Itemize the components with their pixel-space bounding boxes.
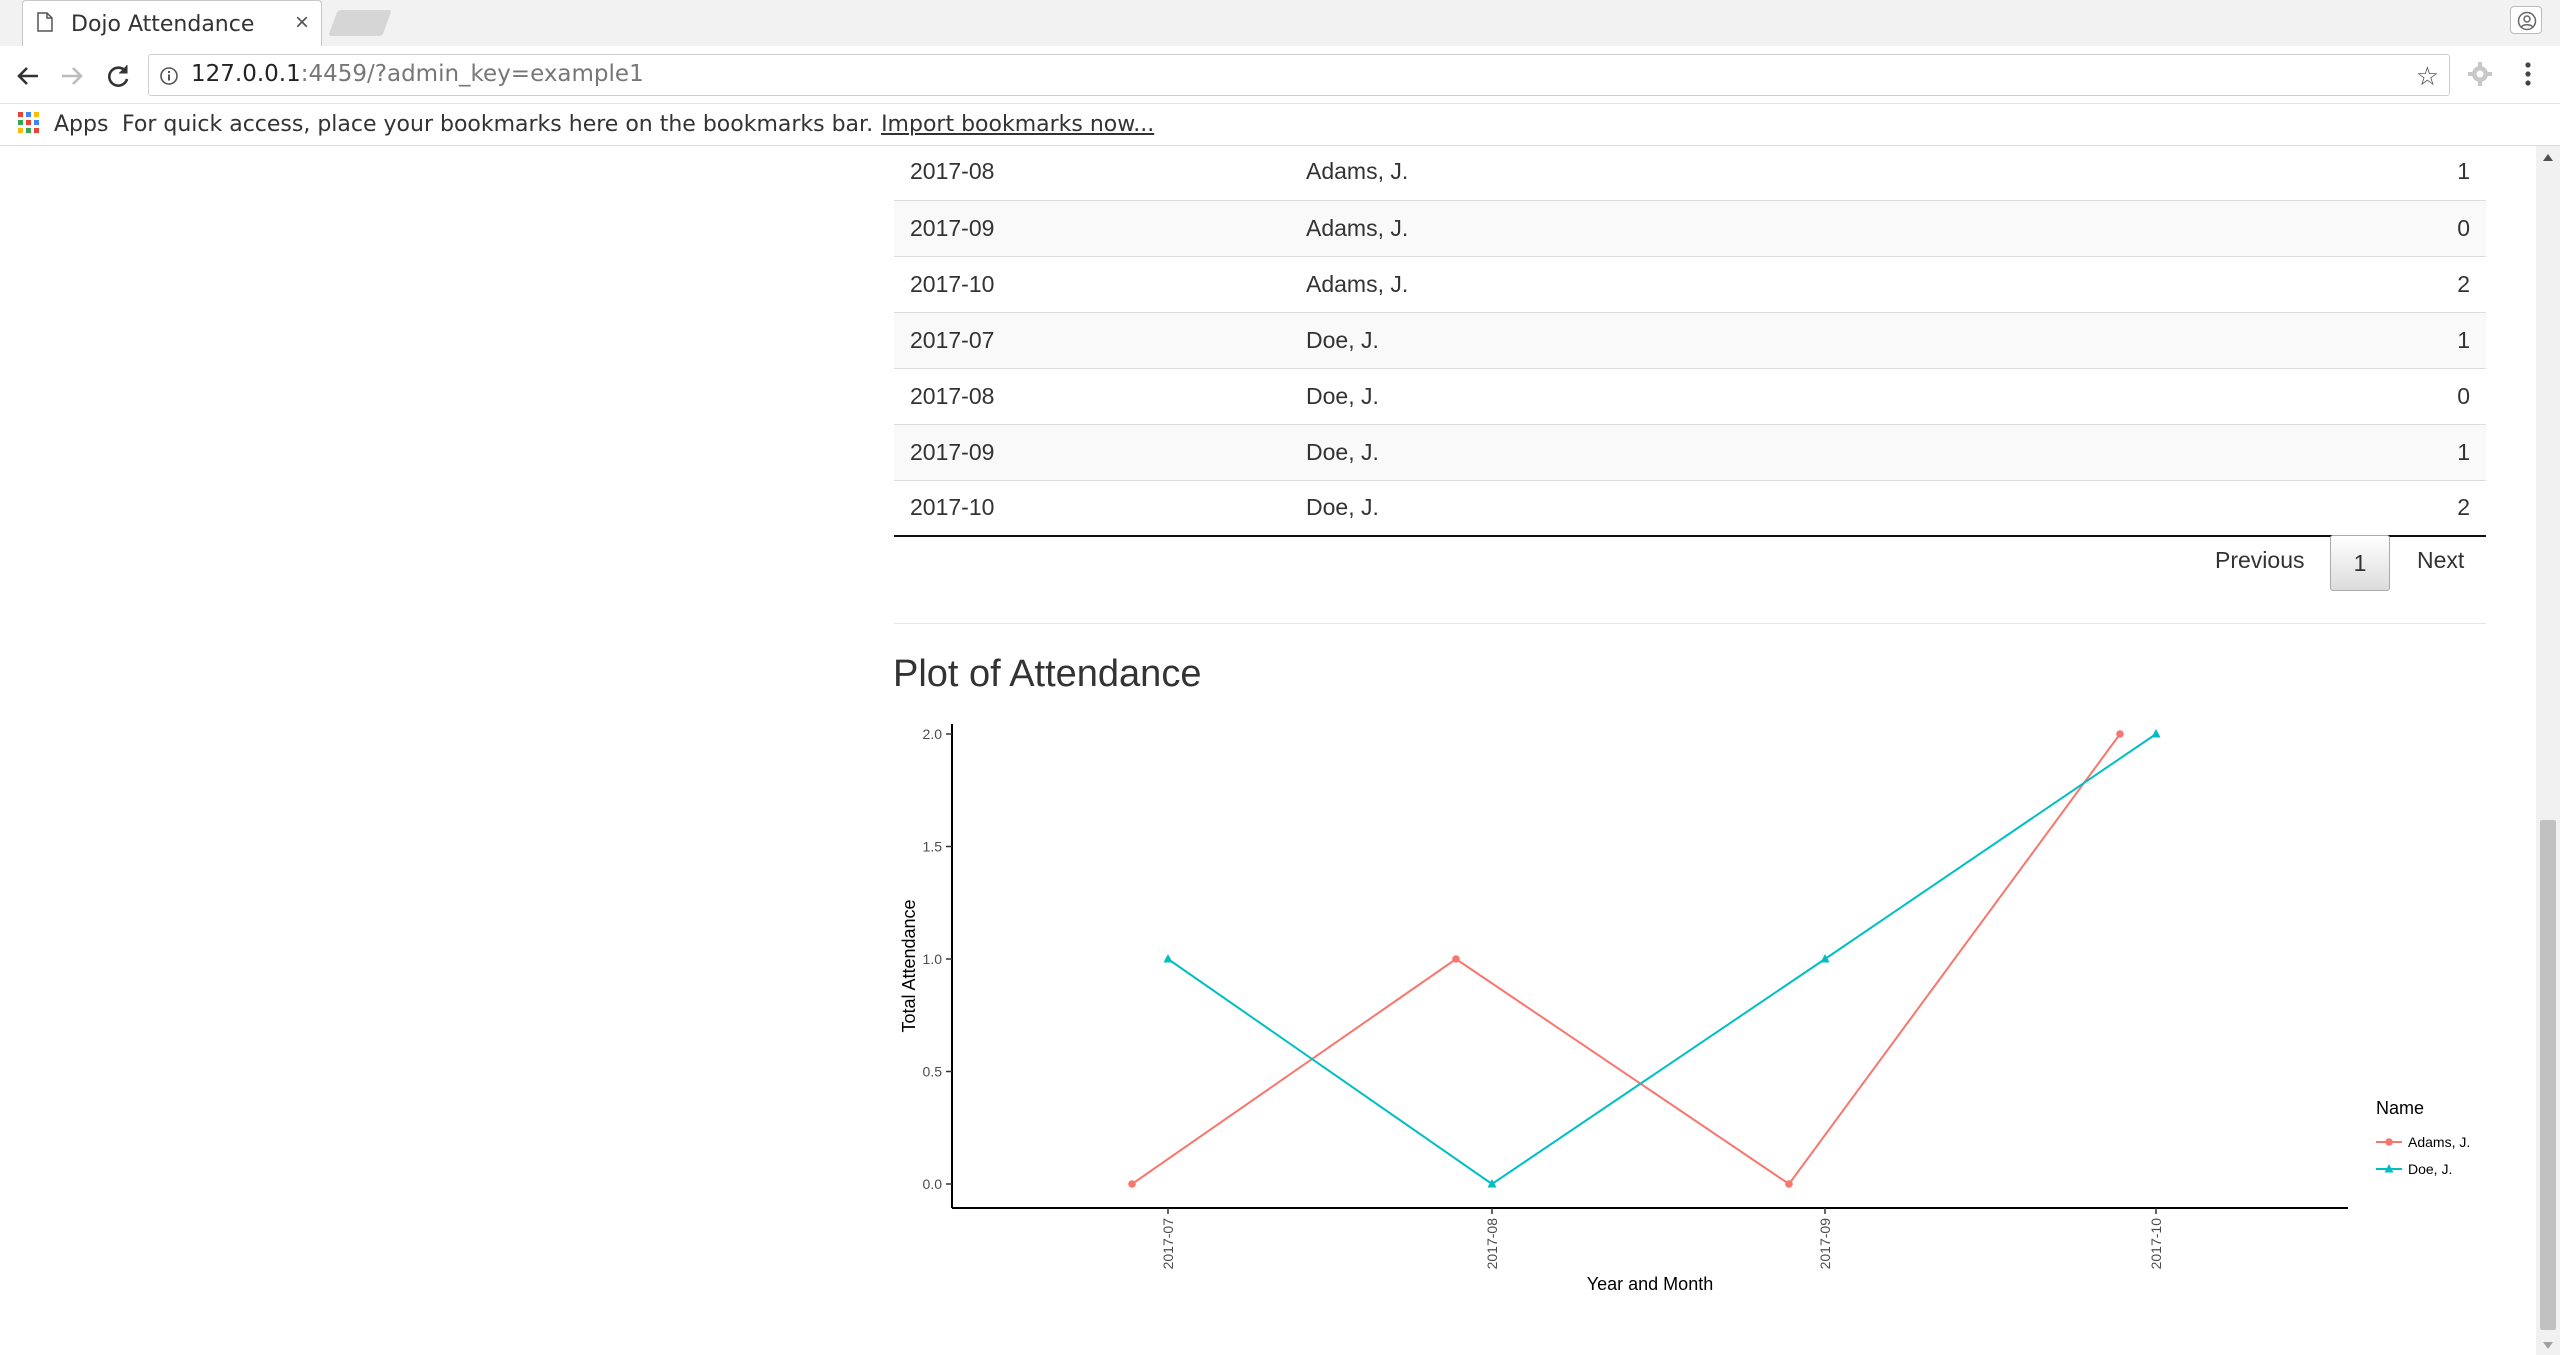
attendance-line-chart: 0.0 0.5 1.0 1.5 2.0 2017-07 2017-08 2017-09 2017…	[899, 724, 2470, 1294]
data-point-marker	[1785, 1180, 1793, 1188]
cell-count: 2	[2090, 480, 2486, 537]
data-point-marker	[1452, 955, 1460, 963]
scroll-down-arrow-icon[interactable]	[2543, 1342, 2553, 1349]
data-point-marker	[2116, 730, 2124, 738]
data-point-marker	[1487, 1179, 1497, 1188]
x-tick-label: 2017-08	[1484, 1218, 1500, 1270]
y-tick-label: 1.5	[923, 839, 943, 855]
cell-month: 2017-10	[894, 480, 1290, 537]
browser-toolbar: 127.0.0.1:4459/?admin_key=example1 ☆	[0, 46, 2560, 104]
page-1-button[interactable]: 1	[2330, 535, 2390, 591]
legend-label: Adams, J.	[2408, 1134, 2470, 1150]
forward-arrow-icon[interactable]	[56, 60, 88, 92]
site-info-icon[interactable]	[159, 66, 179, 86]
table-row: 2017-07 Doe, J. 1	[894, 312, 2486, 369]
cell-name: Doe, J.	[1290, 424, 2090, 481]
cell-count: 1	[2090, 424, 2486, 481]
profile-icon	[2517, 11, 2537, 31]
cell-name: Adams, J.	[1290, 256, 2090, 313]
reload-icon[interactable]	[102, 60, 134, 92]
document-icon	[37, 12, 53, 32]
series-line-adams	[1131, 733, 2121, 1186]
import-bookmarks-link[interactable]: Import bookmarks now...	[881, 112, 1154, 137]
attendance-table: 2017-08 Adams, J. 1 2017-09 Adams, J. 0 2017-1…	[894, 146, 2486, 537]
table-row: 2017-09 Doe, J. 1	[894, 424, 2486, 481]
y-tick-label: 2.0	[923, 726, 943, 742]
next-page-button[interactable]: Next	[2417, 547, 2464, 574]
vertical-scrollbar[interactable]	[2536, 146, 2560, 1355]
x-tick-label: 2017-09	[1817, 1218, 1833, 1270]
cell-name: Adams, J.	[1290, 200, 2090, 257]
y-tick-label: 0.5	[923, 1064, 943, 1080]
scroll-up-arrow-icon[interactable]	[2543, 154, 2553, 161]
bookmarks-hint-text: For quick access, place your bookmarks h…	[122, 112, 874, 137]
x-axis-title: Year and Month	[1587, 1274, 1713, 1294]
cell-month: 2017-10	[894, 256, 1290, 313]
attendance-table-body: 2017-08 Adams, J. 1 2017-09 Adams, J. 0 2017-1…	[894, 146, 2486, 537]
cell-name: Doe, J.	[1290, 480, 2090, 537]
profile-button[interactable]	[2510, 6, 2542, 34]
cell-month: 2017-09	[894, 424, 1290, 481]
y-tick-label: 0.0	[923, 1176, 943, 1192]
extension-gear-icon[interactable]	[2466, 60, 2494, 88]
cell-count: 0	[2090, 200, 2486, 257]
x-tick-label: 2017-10	[2148, 1218, 2164, 1270]
back-arrow-icon[interactable]	[12, 60, 44, 92]
table-row: 2017-10 Doe, J. 2	[894, 480, 2486, 537]
cell-name: Doe, J.	[1290, 368, 2090, 425]
data-point-marker	[1163, 954, 1173, 963]
section-divider	[894, 623, 2486, 624]
close-tab-icon[interactable]: ×	[295, 9, 309, 37]
menu-dots-icon[interactable]	[2524, 60, 2532, 88]
cell-count: 2	[2090, 256, 2486, 313]
y-tick-label: 1.0	[923, 951, 943, 967]
url-text: 127.0.0.1:4459/?admin_key=example1	[191, 61, 644, 87]
x-tick-label: 2017-07	[1160, 1218, 1176, 1270]
data-point-marker	[1820, 954, 1830, 963]
legend-label: Doe, J.	[2408, 1161, 2452, 1177]
cell-count: 1	[2090, 312, 2486, 369]
table-row: 2017-10 Adams, J. 2	[894, 256, 2486, 313]
tab-strip: Dojo Attendance ×	[0, 0, 2560, 46]
data-point-marker	[2151, 729, 2161, 738]
cell-month: 2017-09	[894, 200, 1290, 257]
data-point-marker	[1128, 1180, 1136, 1188]
table-row: 2017-09 Adams, J. 0	[894, 200, 2486, 257]
url-host: 127.0.0.1	[191, 61, 301, 87]
legend-key-marker	[2385, 1138, 2393, 1146]
plot-heading: Plot of Attendance	[893, 653, 1202, 695]
y-axis-title: Total Attendance	[899, 899, 919, 1032]
cell-month: 2017-08	[894, 146, 1290, 201]
cell-count: 1	[2090, 146, 2486, 201]
legend-title: Name	[2376, 1098, 2424, 1118]
table-row: 2017-08 Doe, J. 0	[894, 368, 2486, 425]
url-path: :4459/?admin_key=example1	[300, 61, 644, 87]
cell-month: 2017-08	[894, 368, 1290, 425]
address-bar[interactable]: 127.0.0.1:4459/?admin_key=example1 ☆	[148, 54, 2450, 96]
bookmarks-hint: For quick access, place your bookmarks h…	[122, 112, 1154, 137]
apps-link[interactable]: Apps	[54, 112, 108, 137]
previous-page-button[interactable]: Previous	[2215, 547, 2304, 574]
cell-count: 0	[2090, 368, 2486, 425]
new-tab-button[interactable]	[328, 10, 392, 36]
apps-grid-icon[interactable]	[18, 112, 40, 134]
chart-axes: 0.0 0.5 1.0 1.5 2.0 2017-07 2017-08 2017-09 2017…	[899, 724, 2348, 1294]
cell-month: 2017-07	[894, 312, 1290, 369]
cell-name: Adams, J.	[1290, 146, 2090, 201]
tab-dojo-attendance[interactable]: Dojo Attendance ×	[22, 0, 322, 46]
bookmark-star-icon[interactable]: ☆	[2416, 61, 2439, 92]
page-viewport: 2017-08 Adams, J. 1 2017-09 Adams, J. 0 2017-1…	[0, 146, 2536, 1355]
chart-series	[1128, 729, 2161, 1188]
cell-name: Doe, J.	[1290, 312, 2090, 369]
scrollbar-thumb[interactable]	[2540, 820, 2556, 1330]
chart-legend: Name Adams, J. Doe, J.	[2376, 1098, 2470, 1177]
table-row: 2017-08 Adams, J. 1	[894, 146, 2486, 201]
series-line-doe	[1167, 733, 2157, 1186]
tab-title: Dojo Attendance	[71, 12, 255, 37]
bookmarks-bar: Apps For quick access, place your bookma…	[0, 104, 2560, 146]
